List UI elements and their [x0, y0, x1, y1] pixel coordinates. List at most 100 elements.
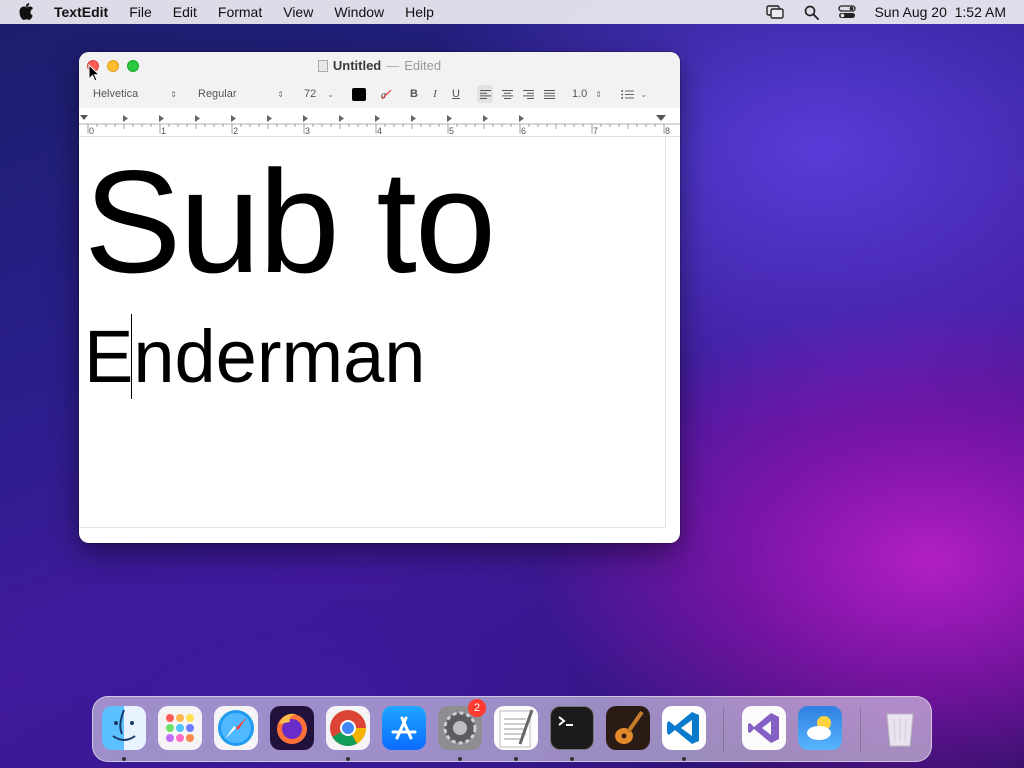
- title-separator: —: [386, 58, 400, 73]
- bold-button[interactable]: B: [406, 85, 422, 103]
- apple-menu-icon[interactable]: [18, 3, 38, 21]
- document-text-area[interactable]: Sub to Enderman: [79, 137, 666, 528]
- updown-arrow-icon: ⇕: [170, 89, 177, 99]
- dock-separator: [723, 707, 724, 753]
- window-title: Untitled — Edited: [79, 58, 680, 73]
- menu-bar: TextEdit File Edit Format View Window He…: [0, 0, 1024, 24]
- ruler-label: 3: [305, 126, 310, 136]
- dock-chrome-icon[interactable]: [326, 706, 370, 750]
- dock-firefox-icon[interactable]: [270, 706, 314, 750]
- running-indicator: [682, 757, 686, 761]
- document-line-1: Sub to: [84, 140, 496, 303]
- dock-vscode-icon[interactable]: [662, 706, 706, 750]
- italic-button[interactable]: I: [427, 85, 443, 103]
- font-style-value: Regular: [198, 88, 237, 100]
- ruler-label: 2: [233, 126, 238, 136]
- dock-visual-studio-icon[interactable]: [742, 706, 786, 750]
- align-left-icon: [479, 89, 491, 99]
- align-right-icon: [522, 89, 534, 99]
- font-size-value: 72: [304, 88, 317, 100]
- menu-clock[interactable]: Sun Aug 20 1:52 AM: [874, 4, 1006, 20]
- tab-stop-marker: [447, 115, 452, 122]
- text-caret: [131, 314, 132, 399]
- document-name[interactable]: Untitled: [333, 58, 381, 73]
- running-indicator: [346, 757, 350, 761]
- updown-arrow-icon: ⇕: [595, 89, 602, 99]
- menu-window[interactable]: Window: [334, 4, 384, 20]
- dock-textedit-icon[interactable]: [494, 706, 538, 750]
- menu-file[interactable]: File: [129, 4, 152, 20]
- search-icon[interactable]: [802, 3, 820, 21]
- font-family-select[interactable]: Helvetica ⇕: [89, 85, 181, 103]
- ruler-label: 4: [377, 126, 382, 136]
- tab-stop-marker: [483, 115, 488, 122]
- tab-stop-marker: [195, 115, 200, 122]
- tab-stop-marker: [123, 115, 128, 122]
- ruler-label: 5: [449, 126, 454, 136]
- font-family-value: Helvetica: [93, 88, 139, 100]
- textedit-window: Untitled — Edited Helvetica ⇕ Regular ⇕ …: [79, 52, 680, 543]
- screen-mirroring-icon[interactable]: [766, 3, 785, 21]
- text-color-swatch[interactable]: [352, 88, 366, 101]
- highlight-color-icon[interactable]: a: [378, 85, 394, 103]
- menu-help[interactable]: Help: [405, 4, 434, 20]
- settings-badge: 2: [468, 699, 486, 717]
- dock: 2: [92, 696, 932, 762]
- line-spacing-select[interactable]: 1.0 ⇕: [568, 85, 606, 103]
- tab-stop-marker: [519, 115, 524, 122]
- dock-launchpad-icon[interactable]: [158, 706, 202, 750]
- chevron-down-icon: ⌄: [327, 89, 334, 99]
- menu-app-name[interactable]: TextEdit: [54, 4, 108, 20]
- document-line-2: Enderman: [84, 315, 426, 398]
- running-indicator: [122, 757, 126, 761]
- ruler-label: 0: [89, 126, 94, 136]
- tab-stop-marker: [231, 115, 236, 122]
- left-indent-marker: [80, 115, 88, 120]
- tab-stop-marker: [267, 115, 272, 122]
- dock-terminal-icon[interactable]: [550, 706, 594, 750]
- dock-weather-icon[interactable]: [798, 706, 842, 750]
- menu-view[interactable]: View: [283, 4, 313, 20]
- document-icon[interactable]: [317, 59, 328, 72]
- title-bar[interactable]: Untitled — Edited Helvetica ⇕ Regular ⇕ …: [79, 52, 680, 109]
- ruler-label: 1: [161, 126, 166, 136]
- menu-format[interactable]: Format: [218, 4, 262, 20]
- tab-stop-marker: [375, 115, 380, 122]
- status-area: Sun Aug 20 1:52 AM: [766, 0, 1006, 24]
- align-center-icon: [501, 89, 513, 99]
- justify-icon: [543, 89, 555, 99]
- tab-stop-marker: [159, 115, 164, 122]
- dock-system-settings-icon[interactable]: 2: [438, 699, 486, 750]
- chevron-down-icon: ⌄: [640, 89, 647, 99]
- dock-finder-icon[interactable]: [102, 706, 146, 750]
- list-style-select[interactable]: ⌄: [617, 85, 651, 103]
- dock-app-store-icon[interactable]: [382, 706, 426, 750]
- menu-edit[interactable]: Edit: [173, 4, 197, 20]
- control-center-icon[interactable]: [838, 3, 857, 21]
- list-bullets-icon: [621, 89, 634, 99]
- dock-separator: [860, 707, 861, 753]
- ruler-label: 7: [593, 126, 598, 136]
- align-center-button[interactable]: [499, 85, 515, 103]
- dock-garageband-icon[interactable]: [606, 706, 650, 750]
- format-toolbar: Helvetica ⇕ Regular ⇕ 72 ⌄ a B I U 1.0 ⇕…: [79, 85, 680, 103]
- tab-stop-marker: [303, 115, 308, 122]
- align-right-button[interactable]: [520, 85, 536, 103]
- line-spacing-value: 1.0: [572, 88, 588, 100]
- updown-arrow-icon: ⇕: [277, 89, 284, 99]
- running-indicator: [570, 757, 574, 761]
- ruler[interactable]: 0 1 2 3 4 5 6 7 8: [79, 108, 680, 137]
- align-left-button[interactable]: [477, 85, 493, 103]
- underline-button[interactable]: U: [448, 85, 464, 103]
- ruler-label: 8: [665, 126, 670, 136]
- edited-status: Edited: [404, 58, 442, 73]
- ruler-scale: 0 1 2 3 4 5 6 7 8: [79, 115, 680, 136]
- dock-safari-icon[interactable]: [214, 706, 258, 750]
- mouse-pointer-icon: [88, 64, 100, 82]
- justify-button[interactable]: [541, 85, 557, 103]
- tab-stop-marker: [411, 115, 416, 122]
- dock-trash-icon[interactable]: [878, 706, 922, 750]
- font-style-select[interactable]: Regular ⇕: [194, 85, 288, 103]
- font-size-select[interactable]: 72 ⌄: [300, 85, 338, 103]
- ruler-label: 6: [521, 126, 526, 136]
